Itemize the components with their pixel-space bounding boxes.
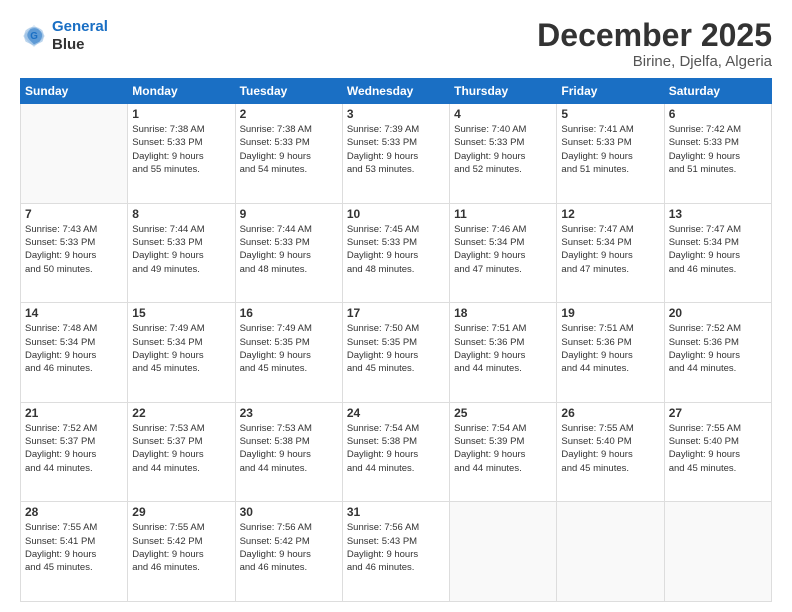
col-tuesday: Tuesday (235, 79, 342, 104)
col-monday: Monday (128, 79, 235, 104)
table-row: 25Sunrise: 7:54 AM Sunset: 5:39 PM Dayli… (450, 402, 557, 502)
table-row: 23Sunrise: 7:53 AM Sunset: 5:38 PM Dayli… (235, 402, 342, 502)
table-row: 31Sunrise: 7:56 AM Sunset: 5:43 PM Dayli… (342, 502, 449, 602)
table-row: 19Sunrise: 7:51 AM Sunset: 5:36 PM Dayli… (557, 303, 664, 403)
col-wednesday: Wednesday (342, 79, 449, 104)
svg-text:G: G (30, 31, 38, 42)
table-row: 15Sunrise: 7:49 AM Sunset: 5:34 PM Dayli… (128, 303, 235, 403)
table-row: 18Sunrise: 7:51 AM Sunset: 5:36 PM Dayli… (450, 303, 557, 403)
table-row: 11Sunrise: 7:46 AM Sunset: 5:34 PM Dayli… (450, 203, 557, 303)
table-row: 9Sunrise: 7:44 AM Sunset: 5:33 PM Daylig… (235, 203, 342, 303)
table-row: 13Sunrise: 7:47 AM Sunset: 5:34 PM Dayli… (664, 203, 771, 303)
table-row: 24Sunrise: 7:54 AM Sunset: 5:38 PM Dayli… (342, 402, 449, 502)
header: G General Blue December 2025 Birine, Dje… (20, 18, 772, 70)
col-thursday: Thursday (450, 79, 557, 104)
table-row: 3Sunrise: 7:39 AM Sunset: 5:33 PM Daylig… (342, 104, 449, 204)
table-row: 30Sunrise: 7:56 AM Sunset: 5:42 PM Dayli… (235, 502, 342, 602)
page: G General Blue December 2025 Birine, Dje… (0, 0, 792, 612)
table-row: 26Sunrise: 7:55 AM Sunset: 5:40 PM Dayli… (557, 402, 664, 502)
table-row (21, 104, 128, 204)
table-row: 7Sunrise: 7:43 AM Sunset: 5:33 PM Daylig… (21, 203, 128, 303)
col-saturday: Saturday (664, 79, 771, 104)
table-row: 2Sunrise: 7:38 AM Sunset: 5:33 PM Daylig… (235, 104, 342, 204)
logo: G General Blue (20, 18, 108, 54)
table-row (450, 502, 557, 602)
calendar-title: December 2025 (537, 18, 772, 53)
table-row: 27Sunrise: 7:55 AM Sunset: 5:40 PM Dayli… (664, 402, 771, 502)
table-row: 29Sunrise: 7:55 AM Sunset: 5:42 PM Dayli… (128, 502, 235, 602)
table-row: 22Sunrise: 7:53 AM Sunset: 5:37 PM Dayli… (128, 402, 235, 502)
table-row: 17Sunrise: 7:50 AM Sunset: 5:35 PM Dayli… (342, 303, 449, 403)
logo-icon: G (20, 22, 48, 50)
col-friday: Friday (557, 79, 664, 104)
table-row: 21Sunrise: 7:52 AM Sunset: 5:37 PM Dayli… (21, 402, 128, 502)
table-row: 1Sunrise: 7:38 AM Sunset: 5:33 PM Daylig… (128, 104, 235, 204)
table-row: 28Sunrise: 7:55 AM Sunset: 5:41 PM Dayli… (21, 502, 128, 602)
title-block: December 2025 Birine, Djelfa, Algeria (537, 18, 772, 70)
table-row: 6Sunrise: 7:42 AM Sunset: 5:33 PM Daylig… (664, 104, 771, 204)
table-row: 10Sunrise: 7:45 AM Sunset: 5:33 PM Dayli… (342, 203, 449, 303)
table-row (557, 502, 664, 602)
table-row: 5Sunrise: 7:41 AM Sunset: 5:33 PM Daylig… (557, 104, 664, 204)
calendar-header-row: Sunday Monday Tuesday Wednesday Thursday… (21, 79, 772, 104)
calendar-subtitle: Birine, Djelfa, Algeria (537, 53, 772, 70)
table-row: 16Sunrise: 7:49 AM Sunset: 5:35 PM Dayli… (235, 303, 342, 403)
table-row: 12Sunrise: 7:47 AM Sunset: 5:34 PM Dayli… (557, 203, 664, 303)
logo-text: General Blue (52, 18, 108, 54)
table-row (664, 502, 771, 602)
table-row: 20Sunrise: 7:52 AM Sunset: 5:36 PM Dayli… (664, 303, 771, 403)
table-row: 8Sunrise: 7:44 AM Sunset: 5:33 PM Daylig… (128, 203, 235, 303)
col-sunday: Sunday (21, 79, 128, 104)
table-row: 14Sunrise: 7:48 AM Sunset: 5:34 PM Dayli… (21, 303, 128, 403)
table-row: 4Sunrise: 7:40 AM Sunset: 5:33 PM Daylig… (450, 104, 557, 204)
calendar-table: Sunday Monday Tuesday Wednesday Thursday… (20, 78, 772, 602)
